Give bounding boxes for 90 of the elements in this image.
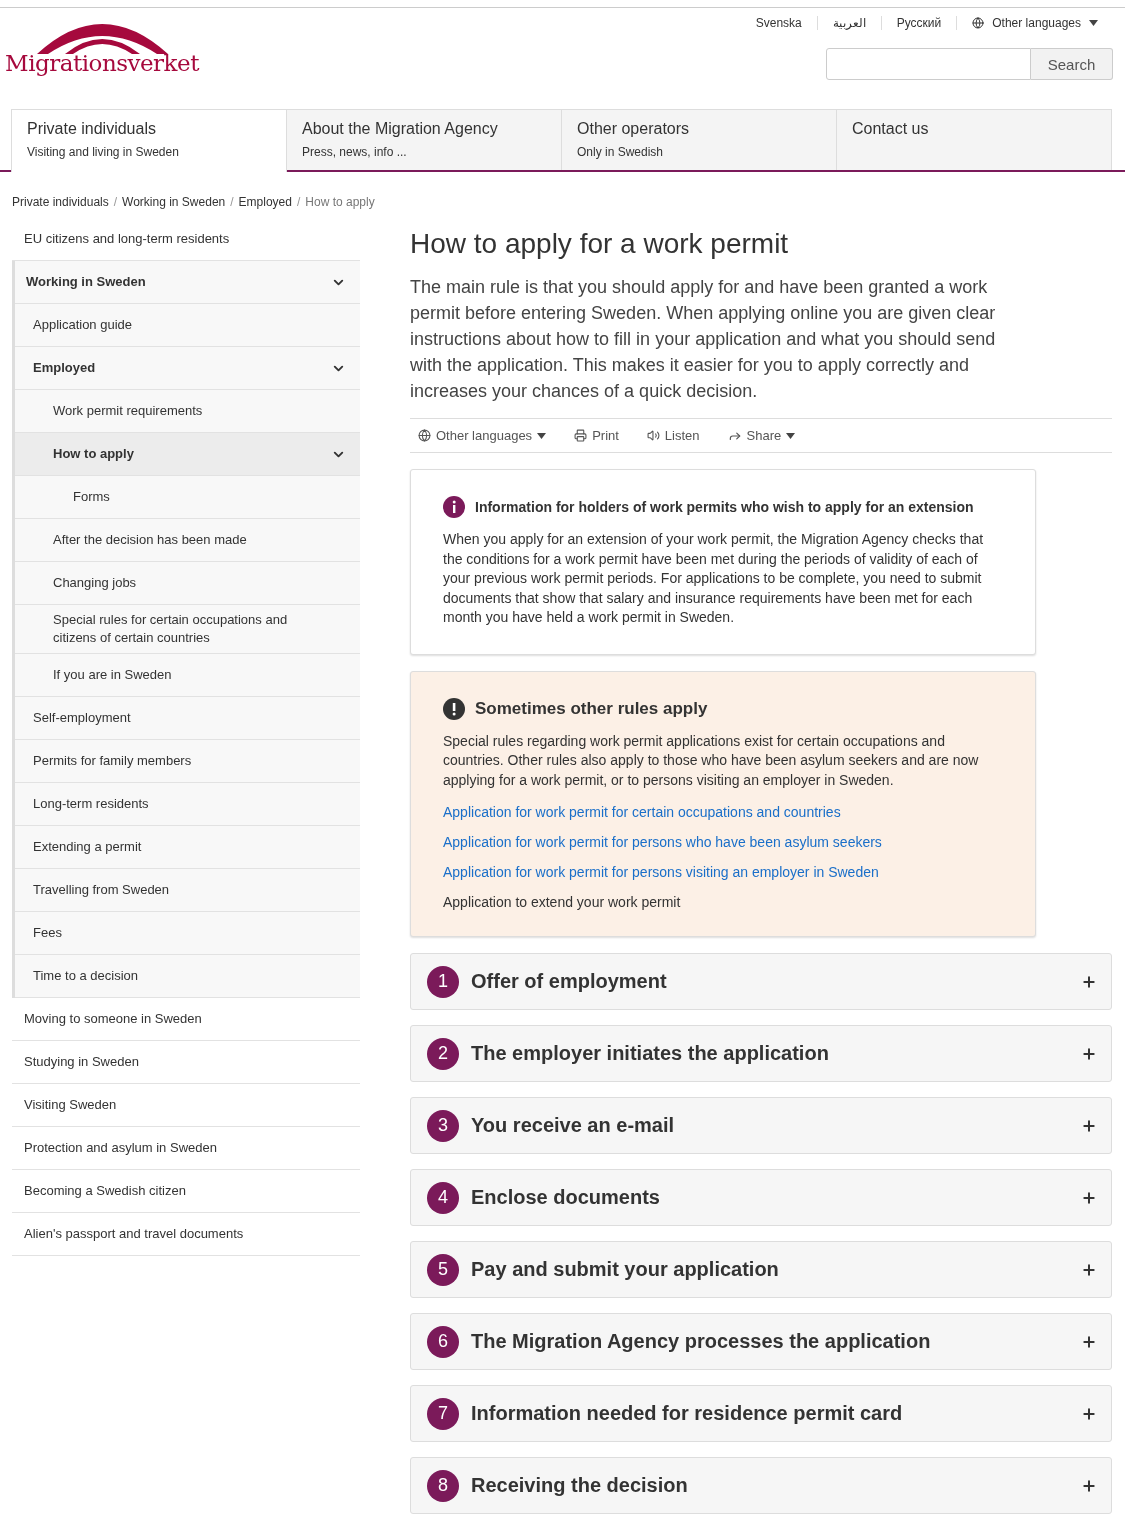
step-accordion[interactable]: 6 The Migration Agency processes the application	[410, 1313, 1112, 1370]
plus-icon	[1081, 1117, 1097, 1134]
sidebar-item[interactable]: Work permit requirements	[15, 390, 360, 433]
language-link[interactable]: Other languages	[956, 16, 1113, 30]
caret-icon	[537, 432, 547, 439]
notice-text: Special rules regarding work permit applications exist for certain occupations and countries. Other rules also apply to those who have been asylum seekers and are now applying for a work permit, or to persons visiting an employer in Sweden.	[443, 731, 980, 790]
notice-title: Sometimes other rules apply	[475, 698, 708, 719]
toolbar-link[interactable]: Print	[574, 428, 619, 443]
breadcrumb-link[interactable]: Employed	[238, 195, 292, 218]
nav-tab[interactable]: About the Migration Agency Press, news, info ...	[286, 109, 562, 170]
exclamation-icon	[443, 697, 465, 720]
step-number: 7	[427, 1397, 459, 1430]
breadcrumb-separator: /	[113, 195, 118, 211]
step-title: Pay and submit your application	[471, 1258, 780, 1281]
breadcrumb-link[interactable]: How to apply	[305, 195, 375, 218]
step-number: 5	[427, 1253, 459, 1286]
plus-icon	[1081, 1477, 1097, 1494]
step-title: Information needed for residence permit card	[471, 1402, 904, 1425]
nav-tab[interactable]: Contact us	[836, 109, 1112, 170]
sidebar-item[interactable]: Long-term residents	[15, 783, 360, 826]
caret-icon	[786, 432, 796, 439]
language-link[interactable]: العربية	[816, 16, 881, 30]
logo-text: Migrationsverket	[5, 50, 199, 76]
plus-icon	[1081, 1333, 1097, 1350]
plus-icon	[1081, 1045, 1097, 1062]
step-number: 2	[427, 1037, 459, 1070]
form-link[interactable]: Application for work permit for persons who have been asylum seekers	[443, 834, 1003, 850]
language-link[interactable]: Русский	[880, 16, 957, 30]
toolbar-link[interactable]: Other languages	[418, 428, 547, 443]
form-name: Application to extend your work permit	[443, 894, 682, 910]
breadcrumb-separator: /	[230, 195, 234, 211]
step-accordion[interactable]: 7 Information needed for residence permit card	[410, 1385, 1112, 1442]
sidebar-item[interactable]: Forms	[15, 476, 360, 519]
plus-icon	[1081, 1261, 1097, 1278]
sidebar-item[interactable]: Time to a decision	[15, 955, 360, 998]
sidebar-item[interactable]: Special rules for certain occupations and citizens of certain countries	[15, 605, 360, 654]
nav-tab[interactable]: Other operators Only in Swedish	[561, 109, 837, 170]
breadcrumb-link[interactable]: Private individuals	[12, 195, 109, 218]
nav-tab[interactable]: Private individuals Visiting and living in Sweden	[11, 109, 287, 172]
toolbar-link[interactable]: Share	[727, 428, 796, 443]
speaker-icon	[646, 429, 660, 442]
globe-icon	[418, 429, 431, 442]
step-number: 8	[427, 1469, 459, 1502]
sidebar-item[interactable]: Self-employment	[15, 697, 360, 740]
step-number: 1	[427, 965, 459, 998]
step-number: 4	[427, 1181, 459, 1214]
notice-title: Information for holders of work permits who wish to apply for an extension	[475, 499, 974, 515]
language-link[interactable]: Svenska	[740, 16, 817, 30]
sidebar-item[interactable]: Working in Sweden	[15, 261, 360, 304]
step-title: The Migration Agency processes the application	[471, 1330, 932, 1353]
sidebar-item[interactable]: After the decision has been made	[15, 519, 360, 562]
breadcrumb-separator: /	[296, 195, 301, 211]
toolbar-link[interactable]: Listen	[646, 428, 700, 443]
step-title: Enclose documents	[471, 1186, 661, 1209]
plus-icon	[1081, 1405, 1097, 1422]
step-number: 6	[427, 1325, 459, 1358]
sidebar-item[interactable]: Permits for family members	[15, 740, 360, 783]
printer-icon	[574, 429, 588, 442]
sidebar-item[interactable]: Employed	[15, 347, 360, 390]
search-field[interactable]	[826, 48, 1031, 80]
notice-text: When you apply for an extension of your work permit, the Migration Agency checks that the conditions for a work permit have been met during the periods of validity of each of your previous work permit periods. For applications to be complete, you need to submit documents that show that salary and insurance requirements have been met for each month you have held a work permit in Sweden.	[443, 530, 985, 627]
step-accordion[interactable]: 5 Pay and submit your application	[410, 1241, 1112, 1298]
sidebar-item[interactable]: Fees	[15, 912, 360, 955]
info-icon	[443, 496, 465, 518]
step-number: 3	[427, 1109, 459, 1142]
caret-icon	[1089, 20, 1098, 26]
sidebar-item[interactable]: Travelling from Sweden	[15, 869, 360, 912]
step-title: Offer of employment	[471, 970, 668, 993]
plus-icon	[1081, 1189, 1097, 1206]
sidebar-item[interactable]: Application guide	[15, 304, 360, 347]
step-accordion[interactable]: 1 Offer of employment	[410, 953, 1112, 1010]
step-accordion[interactable]: 3 You receive an e-mail	[410, 1097, 1112, 1154]
plus-icon	[1081, 973, 1097, 990]
globe-icon	[972, 17, 985, 29]
breadcrumb-link[interactable]: Working in Sweden	[122, 195, 226, 218]
page-title: How to apply for a work permit	[410, 228, 790, 260]
step-title: The employer initiates the application	[471, 1042, 830, 1065]
step-title: You receive an e-mail	[471, 1114, 676, 1137]
step-accordion[interactable]: 8 Receiving the decision	[410, 1457, 1112, 1514]
step-title: Receiving the decision	[471, 1474, 689, 1497]
sidebar-item[interactable]: Changing jobs	[15, 562, 360, 605]
sidebar-item[interactable]: If you are in Sweden	[15, 654, 360, 697]
intro-text: The main rule is that you should apply for and have been granted a work permit before entering Sweden. When applying online you are given clear instructions about how to fill in your application and what you should send with the application. This makes it easier for you to apply correctly and increases your chances of a quick decision.	[410, 276, 997, 403]
search-button[interactable]: Search	[1031, 48, 1113, 80]
step-accordion[interactable]: 4 Enclose documents	[410, 1169, 1112, 1226]
sidebar-item[interactable]: Extending a permit	[15, 826, 360, 869]
step-accordion[interactable]: 2 The employer initiates the application	[410, 1025, 1112, 1082]
form-link[interactable]: Application for work permit for persons visiting an employer in Sweden	[443, 864, 1003, 880]
form-link[interactable]: Application for work permit for certain occupations and countries	[443, 804, 1003, 820]
sidebar-item[interactable]: How to apply	[15, 433, 360, 476]
